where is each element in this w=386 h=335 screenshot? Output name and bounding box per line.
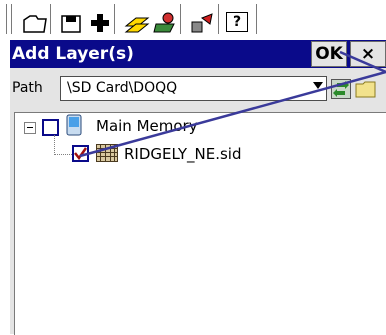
collapse-icon[interactable] [24,122,36,134]
toolbar-separator [114,4,118,34]
tools-icon[interactable] [188,10,214,34]
raster-image-icon [96,144,118,162]
refresh-icon[interactable] [331,79,351,99]
path-dropdown[interactable]: \SD Card\DOQQ [60,76,327,101]
memory-device-icon [66,114,82,136]
new-folder-icon[interactable] [355,79,377,99]
save-icon[interactable] [60,10,84,34]
ok-button[interactable]: OK [311,41,347,67]
path-label: Path [12,80,43,96]
tree-connector [54,154,72,155]
toolbar-separator [180,4,184,34]
add-plus-icon[interactable] [88,10,112,34]
close-button[interactable]: × [350,41,386,67]
root-checkbox[interactable] [42,119,59,136]
toolbar-grip [6,4,10,34]
toolbar-separator [256,4,260,34]
tree-node-main-memory[interactable]: Main Memory [96,117,198,135]
open-folder-icon[interactable] [22,10,48,34]
chevron-down-icon[interactable] [313,82,323,89]
tree-connector [54,135,55,155]
app-toolbar: ? [0,0,386,40]
toolbar-separator [50,4,54,34]
path-value: \SD Card\DOQQ [67,80,178,96]
file-checkbox[interactable] [72,145,89,162]
toolbar-grip [11,4,15,34]
help-label: ? [226,12,248,32]
dialog-title: Add Layer(s) [12,44,134,64]
toolbar-separator [218,4,222,34]
help-icon[interactable]: ? [226,10,250,34]
layer-edit-icon[interactable] [152,10,178,34]
layers-icon[interactable] [124,10,150,34]
tree-node-file[interactable]: RIDGELY_NE.sid [124,145,242,163]
checkmark-icon [74,147,87,160]
